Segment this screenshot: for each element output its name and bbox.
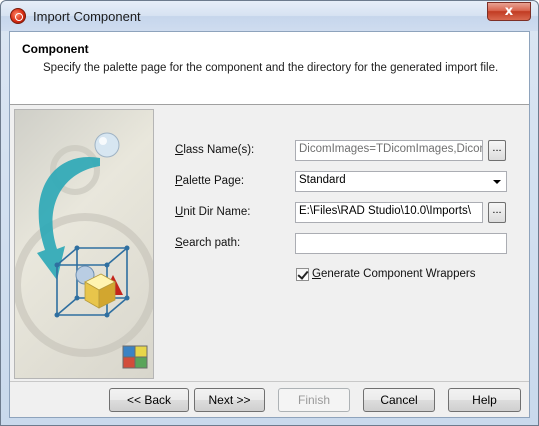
class-names-field[interactable]: DicomImages=TDicomImages,DicomIm <box>295 140 483 161</box>
search-path-label: Search path: <box>175 237 241 249</box>
wizard-header: Component Specify the palette page for t… <box>10 32 529 105</box>
class-names-label: Class Name(s): <box>175 144 255 156</box>
next-button[interactable]: Next >> <box>194 388 265 412</box>
window-title: Import Component <box>33 9 141 24</box>
help-button[interactable]: Help <box>448 388 521 412</box>
import-component-dialog: Import Component x Component Specify the… <box>0 0 539 426</box>
footer-divider <box>10 381 529 382</box>
cancel-button[interactable]: Cancel <box>363 388 435 412</box>
generate-wrappers-label[interactable]: Generate Component Wrappers <box>312 268 475 280</box>
dialog-body: Component Specify the palette page for t… <box>9 31 530 418</box>
wizard-illustration <box>14 109 154 379</box>
close-icon: x <box>504 4 514 19</box>
page-title: Component <box>22 42 89 56</box>
generate-wrappers-checkbox[interactable] <box>296 268 309 281</box>
class-names-browse-button[interactable]: ... <box>488 140 506 161</box>
page-description: Specify the palette page for the compone… <box>43 62 499 74</box>
unit-dir-browse-button[interactable]: ... <box>488 202 506 223</box>
title-bar[interactable]: Import Component x <box>1 1 538 31</box>
palette-page-label: Palette Page: <box>175 175 245 187</box>
back-button[interactable]: << Back <box>109 388 189 412</box>
component-illustration-icon <box>15 132 153 369</box>
finish-button[interactable]: Finish <box>278 388 350 412</box>
close-button[interactable]: x <box>487 2 531 21</box>
app-icon <box>10 8 26 24</box>
unit-dir-label: Unit Dir Name: <box>175 206 251 218</box>
palette-page-value: Standard <box>299 174 346 186</box>
search-path-field[interactable] <box>295 233 507 254</box>
palette-page-combo[interactable]: Standard <box>295 171 507 192</box>
unit-dir-field[interactable]: E:\Files\RAD Studio\10.0\Imports\ <box>295 202 483 223</box>
chevron-down-icon[interactable] <box>493 180 501 184</box>
